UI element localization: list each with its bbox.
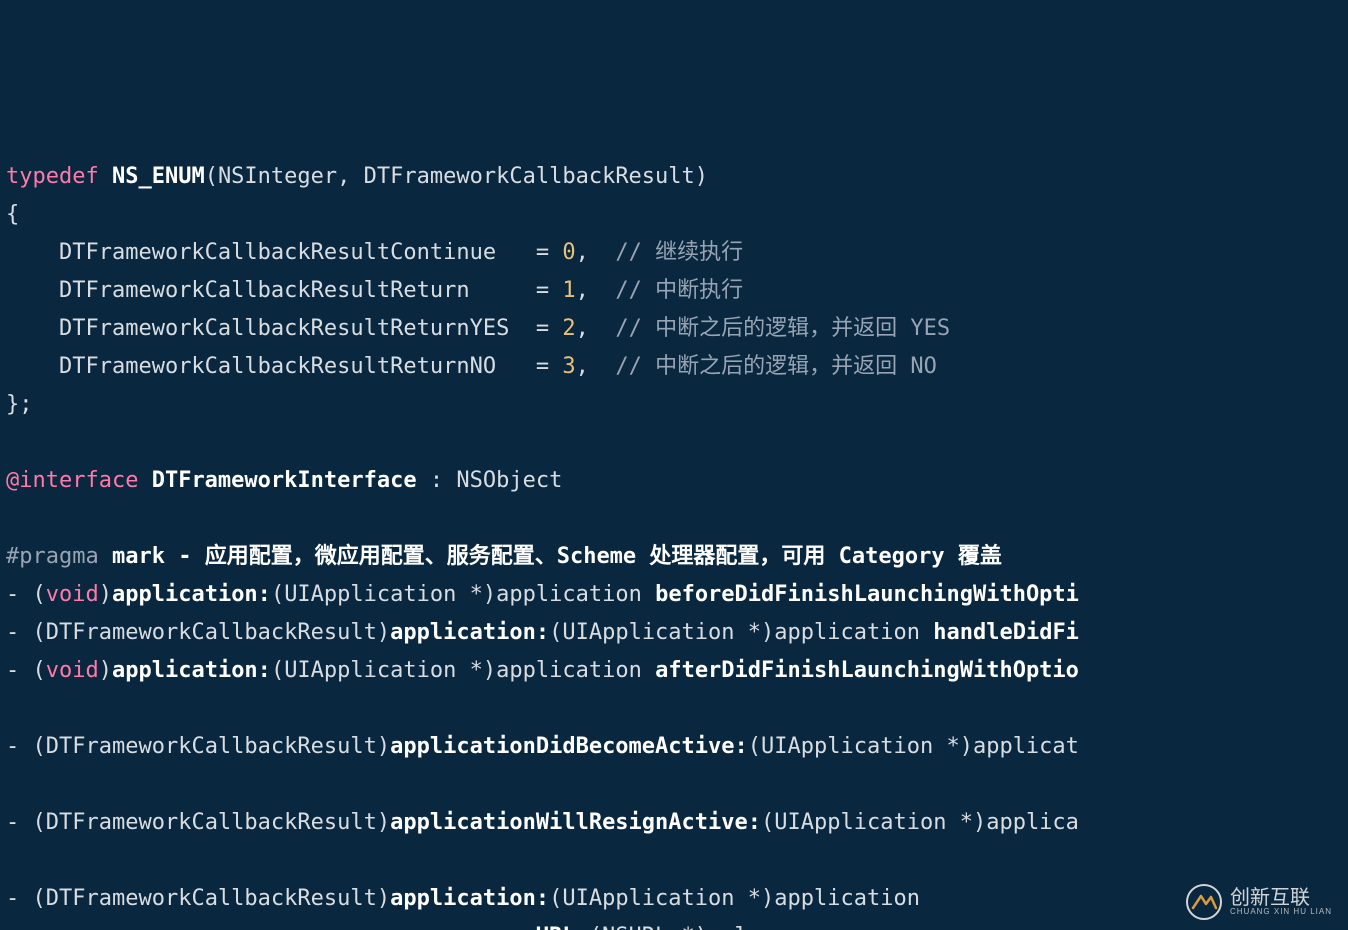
enum-item-value: 1 — [562, 278, 575, 303]
method-decl: - ( — [6, 734, 46, 759]
enum-item-value: 0 — [562, 240, 575, 265]
enum-item-value: 2 — [562, 316, 575, 341]
code-block: typedef NS_ENUM(NSInteger, DTFrameworkCa… — [6, 158, 1342, 930]
macro-nsenum: NS_ENUM — [112, 164, 205, 189]
type-nsinteger: NSInteger — [218, 164, 337, 189]
brace-close: }; — [6, 392, 33, 417]
enum-item-value: 3 — [562, 354, 575, 379]
comment: // 中断执行 — [615, 278, 743, 303]
comment: // 中断之后的逻辑，并返回 NO — [615, 354, 937, 379]
comment: // 中断之后的逻辑，并返回 YES — [615, 316, 950, 341]
method-decl: - ( — [6, 658, 46, 683]
enum-item-name: DTFrameworkCallbackResultContinue — [59, 240, 496, 265]
method-decl: - ( — [6, 886, 46, 911]
method-decl: - ( — [6, 582, 46, 607]
enum-type-name: DTFrameworkCallbackResult — [364, 164, 695, 189]
logo-icon — [1186, 884, 1222, 920]
enum-item-name: DTFrameworkCallbackResultReturnNO — [59, 354, 496, 379]
method-decl: - ( — [6, 810, 46, 835]
keyword-interface: @interface — [6, 468, 138, 493]
pragma-hash: #pragma — [6, 544, 99, 569]
pragma-mark: mark — [112, 544, 165, 569]
watermark-brand: 创新互联 — [1230, 888, 1332, 908]
superclass-name: NSObject — [456, 468, 562, 493]
method-decl: - ( — [6, 620, 46, 645]
pragma-text: 应用配置，微应用配置、服务配置、Scheme 处理器配置，可用 Category… — [205, 544, 1002, 569]
comment: // 继续执行 — [615, 240, 743, 265]
class-name: DTFrameworkInterface — [152, 468, 417, 493]
watermark: 创新互联 CHUANG XIN HU LIAN — [1186, 884, 1332, 920]
enum-item-name: DTFrameworkCallbackResultReturn — [59, 278, 470, 303]
keyword-typedef: typedef — [6, 164, 99, 189]
enum-item-name: DTFrameworkCallbackResultReturnYES — [59, 316, 509, 341]
brace-open: { — [6, 202, 19, 227]
watermark-sub: CHUANG XIN HU LIAN — [1230, 908, 1332, 916]
